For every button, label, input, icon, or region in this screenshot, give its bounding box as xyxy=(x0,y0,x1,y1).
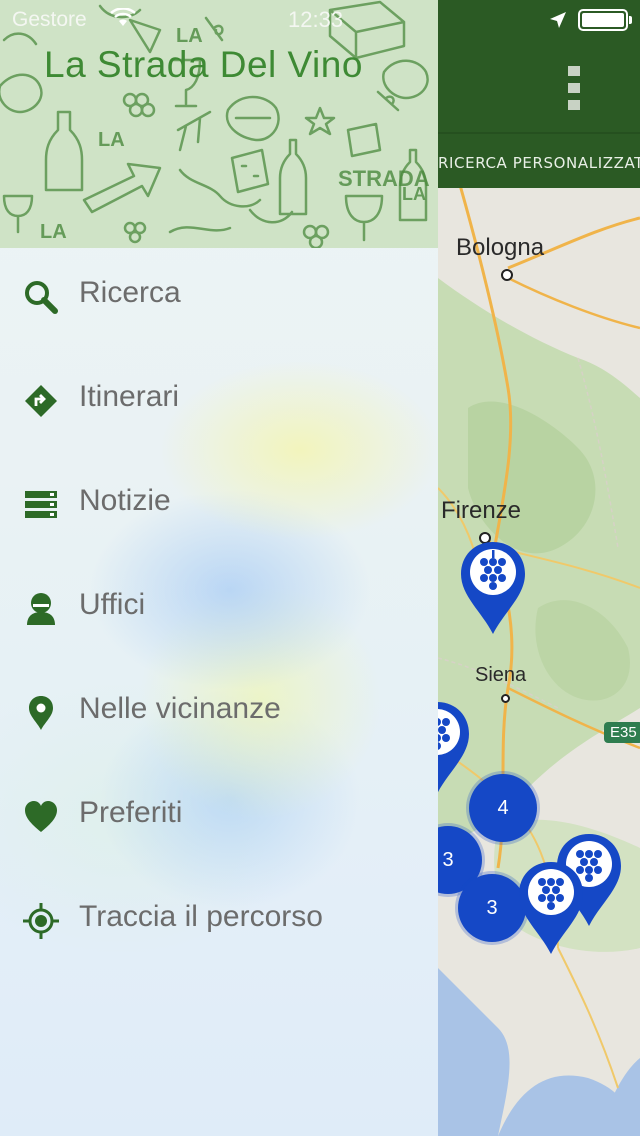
pattern-text: LA xyxy=(98,129,125,151)
gps-target-icon xyxy=(22,902,60,940)
person-icon xyxy=(22,590,60,628)
directions-icon xyxy=(22,382,60,420)
map-label-firenze: Firenze xyxy=(441,497,522,524)
menu-item-nelle-vicinanze[interactable]: Nelle vicinanze xyxy=(0,664,438,768)
pattern-text: LA xyxy=(402,184,426,204)
location-arrow-icon xyxy=(550,12,566,28)
wine-location-pin[interactable] xyxy=(516,860,586,956)
app-title: La Strada Del Vino xyxy=(44,44,363,85)
wine-location-pin[interactable] xyxy=(438,700,472,796)
clock-label: 12:33 xyxy=(288,7,344,32)
map-cluster[interactable]: 4 xyxy=(469,774,537,842)
location-pin-icon xyxy=(22,694,60,732)
tab-bar: RICERCA PERSONALIZZATA xyxy=(438,132,640,188)
carrier-label: Gestore xyxy=(12,8,87,31)
menu-dot-icon xyxy=(568,66,580,76)
drawer-menu: Ricerca Itinerari Notizie Uffici Nelle v… xyxy=(0,248,438,976)
status-bar: Gestore 12:33 xyxy=(0,0,640,40)
menu-dot-icon xyxy=(568,83,580,93)
city-marker-siena xyxy=(501,694,510,703)
background-map-screen: RICERCA PERSONALIZZATA Bologna Firenze S… xyxy=(438,0,640,1136)
menu-label: Nelle vicinanze xyxy=(79,692,281,725)
menu-label: Itinerari xyxy=(79,380,180,413)
menu-item-traccia-il-percorso[interactable]: Traccia il percorso xyxy=(0,872,438,976)
tab-ricerca-personalizzata[interactable]: RICERCA PERSONALIZZATA xyxy=(438,154,640,172)
menu-label: Notizie xyxy=(79,484,171,517)
menu-item-preferiti[interactable]: Preferiti xyxy=(0,768,438,872)
menu-item-uffici[interactable]: Uffici xyxy=(0,560,438,664)
menu-label: Ricerca xyxy=(79,276,181,309)
search-icon xyxy=(22,278,60,316)
news-list-icon xyxy=(22,486,60,524)
wifi-icon xyxy=(110,8,136,26)
map-label-bologna: Bologna xyxy=(456,234,545,261)
menu-item-notizie[interactable]: Notizie xyxy=(0,456,438,560)
heart-icon xyxy=(22,798,60,836)
navigation-drawer: LA LA LA STRADA LA La Strada Del Vino Ri… xyxy=(0,0,438,1136)
menu-dot-icon xyxy=(568,100,580,110)
road-badge-e35: E35 xyxy=(604,722,640,743)
map[interactable]: Bologna Firenze Siena E35 4 3 3 xyxy=(438,177,640,1136)
menu-label: Preferiti xyxy=(79,796,183,829)
wine-location-pin[interactable] xyxy=(458,540,528,636)
more-menu-button[interactable] xyxy=(564,66,584,110)
battery-icon xyxy=(578,9,632,31)
menu-label: Uffici xyxy=(79,588,146,621)
menu-label: Traccia il percorso xyxy=(79,900,323,933)
menu-item-itinerari[interactable]: Itinerari xyxy=(0,352,438,456)
menu-item-ricerca[interactable]: Ricerca xyxy=(0,248,438,352)
city-marker-bologna xyxy=(501,269,513,281)
map-label-siena: Siena xyxy=(475,664,527,686)
map-terrain xyxy=(438,177,640,1136)
pattern-text: LA xyxy=(40,221,67,243)
